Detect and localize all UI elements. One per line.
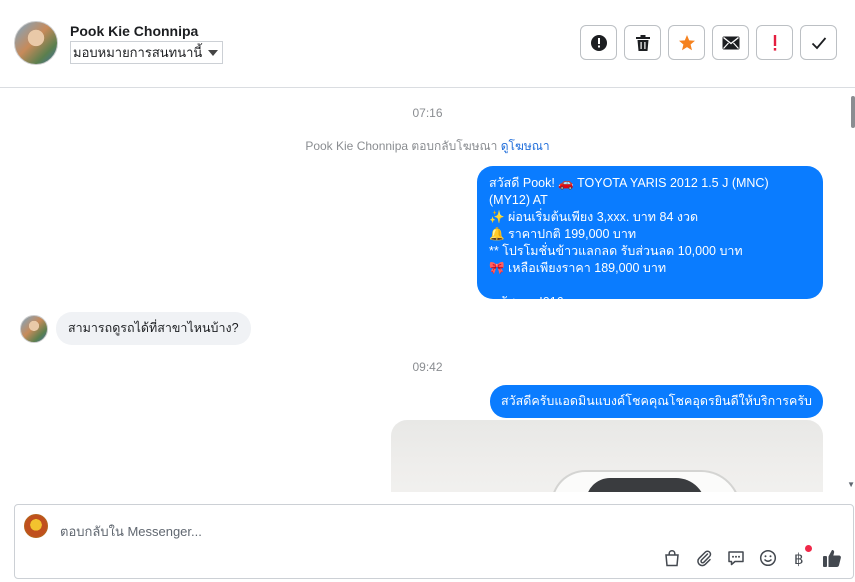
baht-payment-icon: ฿ <box>794 550 804 567</box>
shopping-bag-button[interactable] <box>661 547 683 569</box>
outgoing-message-ad[interactable]: สวัสดี Pook! 🚗 TOYOTA YARIS 2012 1.5 J (… <box>477 166 823 309</box>
contact-avatar[interactable] <box>14 21 58 65</box>
star-button[interactable] <box>668 25 705 60</box>
ad-reply-notice: Pook Kie Chonnipa ตอบกลับโฆษณา ดูโฆษณา <box>0 137 855 156</box>
message-composer[interactable]: ตอบกลับใน Messenger... ฿ <box>14 504 854 579</box>
conversation-toolbar <box>580 25 837 60</box>
composer-input[interactable]: ตอบกลับใน Messenger... <box>60 521 202 542</box>
paperclip-icon <box>697 550 712 567</box>
message-line: 🎀 เหลือเพียงราคา 189,000 บาท <box>489 261 667 275</box>
message-line: ✨ ผ่อนเริ่มต้นเพียง 3,xxx. บาท 84 งวด <box>489 210 699 224</box>
exclamation-icon <box>773 34 776 51</box>
scrollbar[interactable]: ▼ <box>847 88 855 492</box>
timestamp: 09:42 <box>412 360 443 374</box>
message-line: สวัสดี Pook! 🚗 TOYOTA YARIS 2012 1.5 J (… <box>489 176 769 207</box>
assign-conversation-dropdown[interactable]: มอบหมายการสนทนานี้ <box>70 41 224 64</box>
star-icon <box>678 34 695 50</box>
incoming-message[interactable]: สามารถดูรถได้ที่สาขาไหนบ้าง? <box>56 312 251 345</box>
mark-done-button[interactable] <box>800 25 837 60</box>
exclamation-circle-icon <box>590 34 607 51</box>
conversation-header: Pook Kie Chonnipa มอบหมายการสนทนานี้ <box>0 0 855 88</box>
saved-reply-icon <box>728 551 744 566</box>
assign-conversation-label: มอบหมายการสนทนานี้ <box>73 45 203 60</box>
notification-dot <box>805 545 812 552</box>
message-line: 🔔 ราคาปกติ 199,000 บาท <box>489 227 637 241</box>
attach-button[interactable] <box>693 547 715 569</box>
check-icon <box>811 36 826 49</box>
car-window-shape <box>586 478 706 492</box>
scrollbar-thumb[interactable] <box>851 96 855 128</box>
message-thread[interactable]: 07:16 Pook Kie Chonnipa ตอบกลับโฆษณา ดูโ… <box>0 88 855 492</box>
like-button[interactable] <box>821 547 843 569</box>
shopping-bag-icon <box>665 550 679 567</box>
contact-name[interactable]: Pook Kie Chonnipa <box>70 23 198 39</box>
trash-icon <box>635 34 650 51</box>
saved-reply-button[interactable] <box>725 547 747 569</box>
follow-up-button[interactable] <box>756 25 793 60</box>
delete-button[interactable] <box>624 25 661 60</box>
payment-button[interactable]: ฿ <box>789 545 812 569</box>
view-ad-link[interactable]: ดูโฆษณา <box>501 139 550 153</box>
car-photo-attachment[interactable] <box>391 420 823 492</box>
message-line: ** โปรโมชั่นข้าวแลกลด รับส่วนลด 10,000 บ… <box>489 244 743 258</box>
caret-down-icon <box>208 49 219 56</box>
outgoing-message-reply[interactable]: สวัสดีครับแอดมินแบงค์โชคคุณโชคอุดรยินดีใ… <box>489 385 823 418</box>
ad-reply-text: Pook Kie Chonnipa ตอบกลับโฆษณา <box>305 139 498 153</box>
emoji-button[interactable] <box>757 547 779 569</box>
emoji-icon <box>759 549 777 567</box>
like-icon <box>823 550 841 567</box>
envelope-icon <box>722 36 739 49</box>
composer-toolbar: ฿ <box>661 545 843 569</box>
mark-spam-button[interactable] <box>580 25 617 60</box>
contact-avatar-small[interactable] <box>20 315 48 343</box>
message-line: รหัสรถ : I016 <box>492 295 564 309</box>
timestamp: 07:16 <box>412 106 443 120</box>
scroll-down-arrow-icon[interactable]: ▼ <box>847 480 855 489</box>
mark-unread-button[interactable] <box>712 25 749 60</box>
svg-text:฿: ฿ <box>794 550 804 567</box>
page-avatar <box>24 514 48 538</box>
